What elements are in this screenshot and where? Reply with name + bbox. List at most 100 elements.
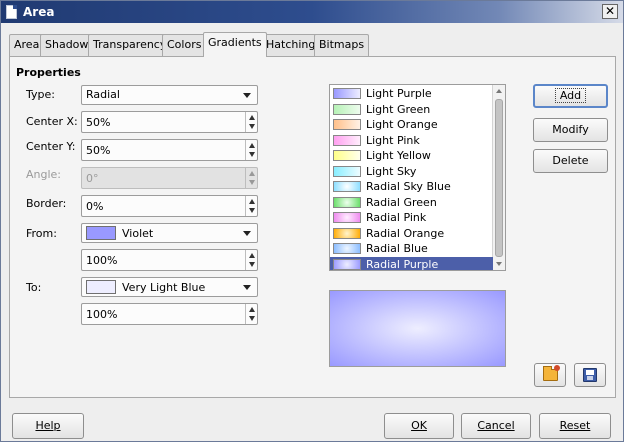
ok-button-label: OK — [411, 419, 427, 432]
angle-label: Angle: — [26, 168, 62, 181]
from-color-select[interactable]: Violet — [81, 223, 258, 243]
from-intensity-stepper[interactable] — [245, 250, 257, 270]
to-intensity-stepper[interactable] — [245, 304, 257, 324]
gradient-list-item[interactable]: Light Orange — [330, 117, 493, 132]
from-intensity-field[interactable]: 100% — [81, 249, 258, 271]
gradient-list-item[interactable]: Radial Blue — [330, 241, 493, 256]
tab-bitmaps[interactable]: Bitmaps — [314, 34, 370, 56]
gradient-swatch — [333, 150, 361, 161]
gradient-list-item[interactable]: Radial Green — [330, 195, 493, 210]
border-stepper[interactable] — [245, 196, 257, 216]
angle-field: 0° — [81, 167, 258, 189]
help-button-label: Help — [35, 419, 61, 432]
center-x-stepper[interactable] — [245, 112, 257, 132]
gradient-swatch — [333, 243, 361, 254]
load-gradients-button[interactable] — [534, 363, 566, 387]
center-y-field[interactable]: 50% — [81, 139, 258, 161]
gradient-list-item[interactable]: Light Purple — [330, 86, 493, 101]
arrow-up-icon — [249, 115, 255, 120]
gradient-list-item[interactable]: Radial Pink — [330, 210, 493, 225]
from-color-name: Violet — [122, 227, 154, 240]
properties-heading: Properties — [16, 66, 81, 79]
scrollbar-thumb[interactable] — [495, 99, 503, 257]
gradient-list-item[interactable]: Light Yellow — [330, 148, 493, 163]
gradient-name: Light Yellow — [366, 149, 431, 162]
gradient-list-item[interactable]: Light Green — [330, 102, 493, 117]
tab-transparency[interactable]: Transparency — [88, 34, 172, 56]
add-button[interactable]: Add — [533, 84, 608, 108]
gradient-preview — [329, 290, 506, 367]
arrow-down-icon — [249, 180, 255, 185]
area-dialog: Area ✕ Area Shadow Transparency Colors G… — [0, 0, 624, 442]
border-field[interactable]: 0% — [81, 195, 258, 217]
gradient-swatch — [333, 196, 361, 208]
gradient-name: Light Orange — [366, 118, 438, 131]
arrow-down-icon — [249, 316, 255, 321]
scroll-down-icon — [496, 262, 502, 266]
gradient-name: Radial Purple — [366, 257, 439, 271]
arrow-up-icon — [249, 171, 255, 176]
tab-gradients[interactable]: Gradients — [203, 32, 267, 57]
center-y-value: 50% — [86, 144, 111, 157]
gradient-name: Light Purple — [366, 87, 432, 100]
gradient-list-item[interactable]: Light Pink — [330, 133, 493, 148]
gradient-name: Radial Sky Blue — [366, 180, 451, 193]
gradient-swatch — [333, 165, 361, 177]
gradient-list[interactable]: Light Purple Light Green Light Orange Light… — [329, 84, 506, 271]
center-x-value: 50% — [86, 116, 111, 129]
gradient-list-item[interactable]: Light Sky — [330, 164, 493, 179]
reset-button-label: Reset — [559, 419, 591, 432]
window-title: Area — [23, 5, 55, 19]
angle-value: 0° — [86, 172, 99, 185]
gradient-swatch — [333, 119, 361, 130]
save-gradients-button[interactable] — [574, 363, 606, 387]
gradient-list-scrollbar[interactable] — [492, 85, 505, 270]
arrow-up-icon — [249, 253, 255, 258]
gradient-name: Radial Pink — [366, 211, 427, 224]
to-color-select[interactable]: Very Light Blue — [81, 277, 258, 297]
gradient-swatch — [333, 103, 361, 115]
angle-stepper — [245, 168, 257, 188]
gradient-name: Radial Orange — [366, 226, 445, 240]
gradient-swatch — [333, 134, 361, 146]
gradient-swatch — [333, 212, 361, 223]
gradient-list-item[interactable]: Radial Purple — [330, 256, 493, 271]
document-icon — [6, 5, 17, 19]
add-button-label: Add — [554, 88, 587, 103]
close-button[interactable]: ✕ — [602, 4, 618, 19]
gradient-swatch — [333, 258, 361, 270]
from-color-swatch — [86, 226, 116, 240]
arrow-down-icon — [249, 152, 255, 157]
cancel-button[interactable]: Cancel — [461, 413, 531, 439]
border-value: 0% — [86, 200, 104, 213]
gradient-swatch — [333, 181, 361, 192]
tab-hatching[interactable]: Hatching — [261, 34, 321, 56]
from-intensity-value: 100% — [86, 254, 118, 267]
border-label: Border: — [26, 197, 67, 210]
save-icon — [583, 368, 597, 382]
to-intensity-field[interactable]: 100% — [81, 303, 258, 325]
type-select[interactable]: Radial — [81, 85, 258, 105]
center-y-label: Center Y: — [26, 140, 76, 153]
gradient-list-item[interactable]: Radial Orange — [330, 226, 493, 241]
help-button[interactable]: Help — [12, 413, 84, 439]
delete-button[interactable]: Delete — [533, 149, 608, 173]
arrow-down-icon — [249, 124, 255, 129]
gradient-list-item[interactable]: Radial Sky Blue — [330, 179, 493, 194]
arrow-up-icon — [249, 307, 255, 312]
center-y-stepper[interactable] — [245, 140, 257, 160]
arrow-down-icon — [249, 208, 255, 213]
center-x-field[interactable]: 50% — [81, 111, 258, 133]
gradient-swatch — [333, 88, 361, 99]
gradient-name: Light Pink — [366, 133, 420, 147]
modify-button[interactable]: Modify — [533, 118, 608, 142]
arrow-up-icon — [249, 199, 255, 204]
reset-button[interactable]: Reset — [539, 413, 611, 439]
folder-open-icon — [543, 365, 560, 381]
tab-shadow[interactable]: Shadow — [40, 34, 94, 56]
tab-colors[interactable]: Colors — [162, 34, 207, 56]
chevron-down-icon — [243, 231, 251, 236]
to-intensity-value: 100% — [86, 308, 118, 321]
ok-button[interactable]: OK — [384, 413, 454, 439]
chevron-down-icon — [243, 285, 251, 290]
